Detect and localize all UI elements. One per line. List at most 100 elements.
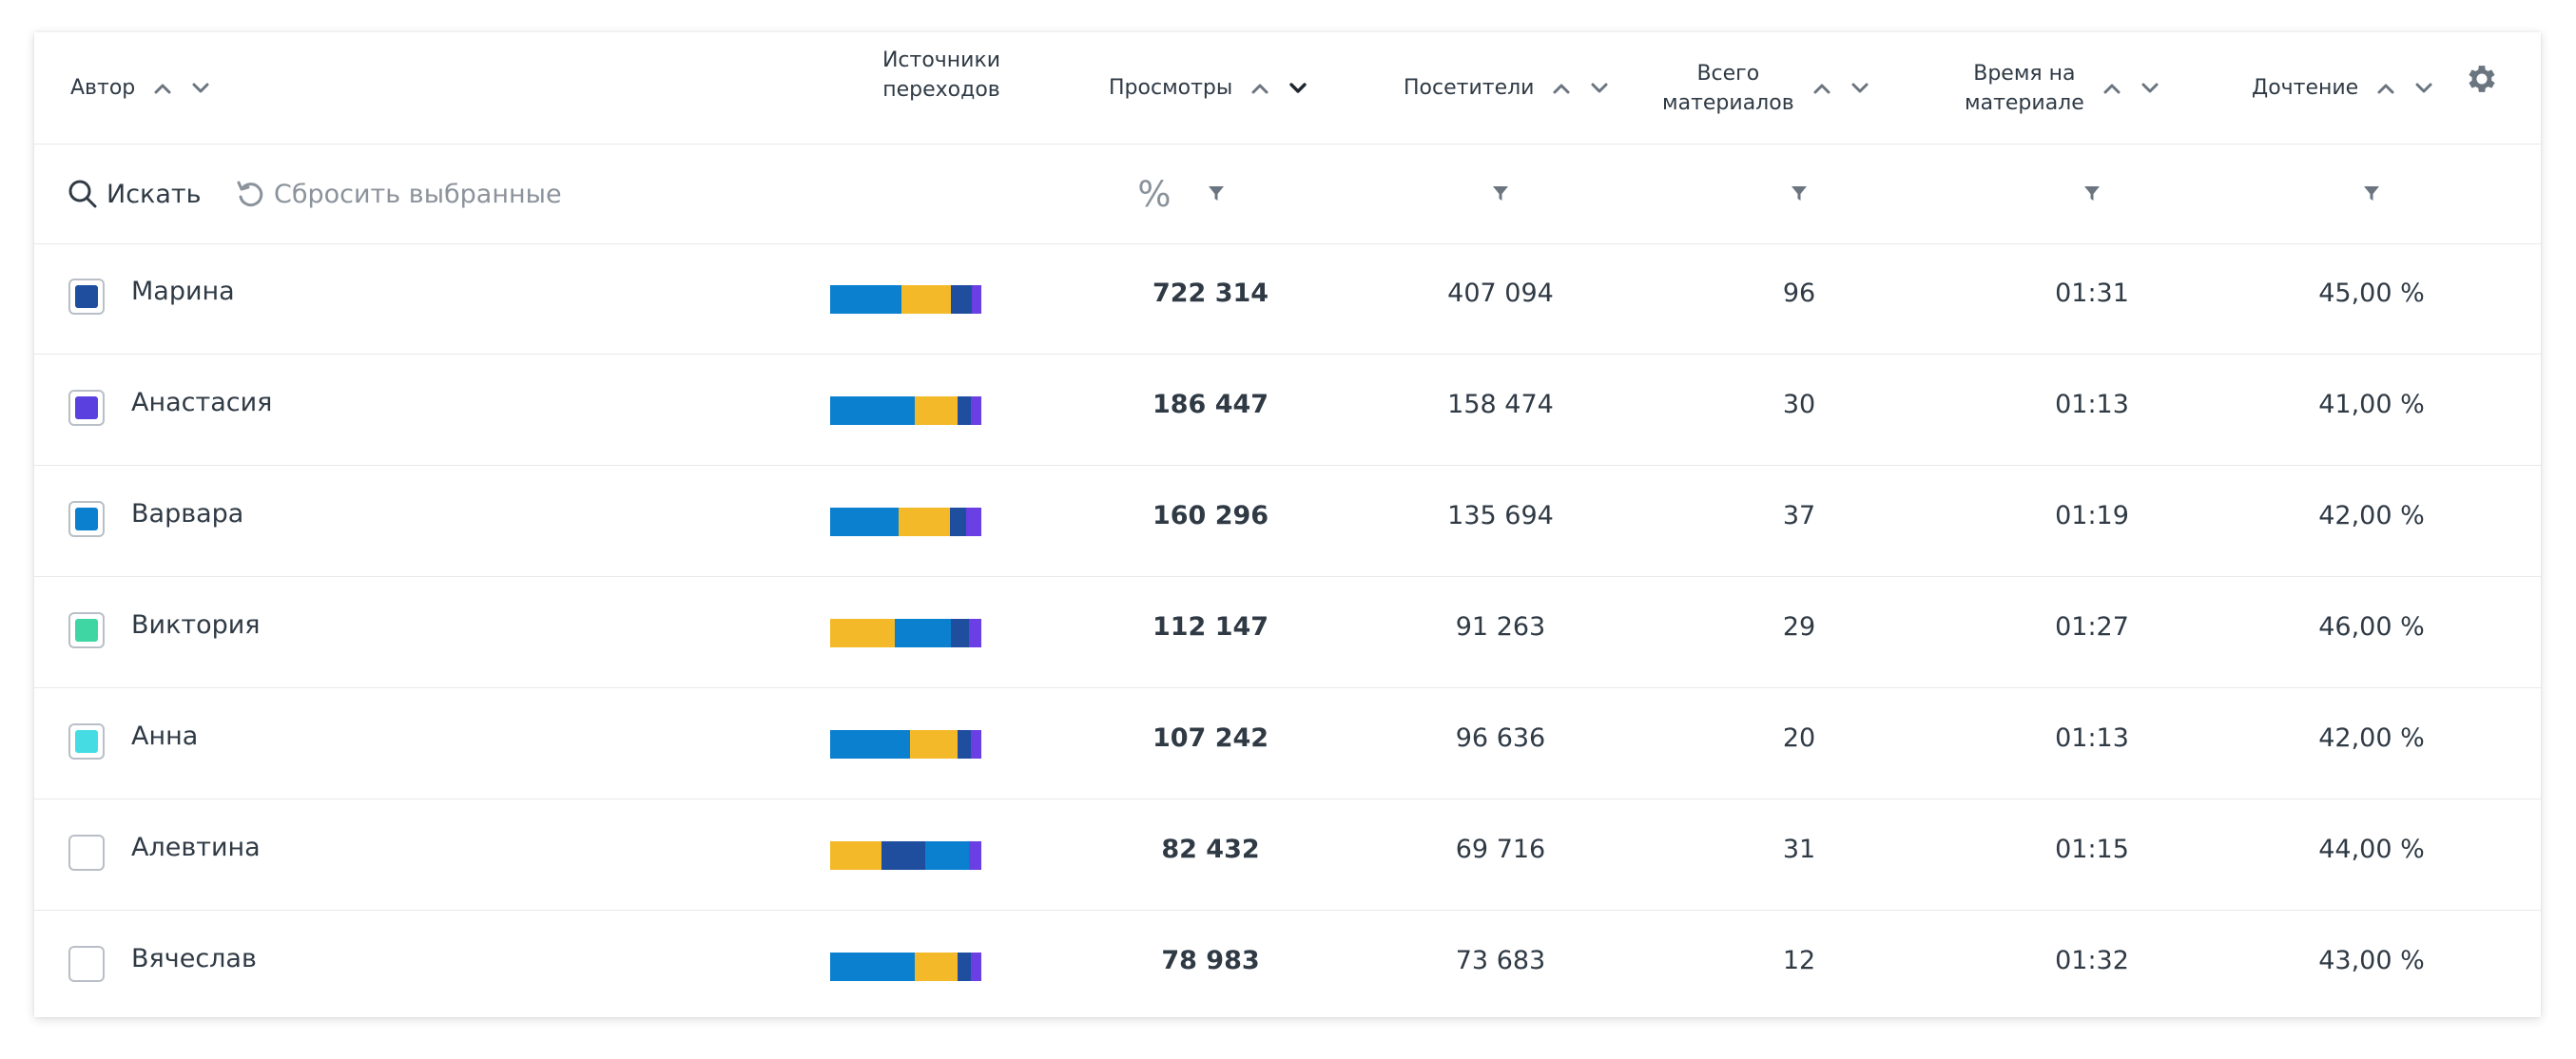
row-checkbox[interactable] bbox=[68, 612, 105, 648]
time-cell: 01:27 bbox=[1978, 572, 2206, 682]
visitors-cell: 158 474 bbox=[1386, 350, 1615, 459]
column-sources: Источники переходов bbox=[848, 46, 1035, 105]
visitors-cell: 407 094 bbox=[1386, 239, 1615, 348]
column-materials-label-2: материалов bbox=[1662, 90, 1794, 115]
reset-icon bbox=[237, 181, 263, 207]
views-cell: 722 314 bbox=[1096, 239, 1325, 348]
filter-icon[interactable] bbox=[1490, 183, 1511, 204]
filter-icon[interactable] bbox=[2082, 183, 2102, 204]
reset-selection-label: Сбросить выбранные bbox=[274, 179, 562, 209]
table-row[interactable]: Вячеслав 78 983 73 683 12 01:32 43,00 % bbox=[34, 912, 2541, 1021]
source-segment bbox=[957, 730, 971, 759]
source-segment bbox=[951, 619, 970, 647]
sort-asc-icon[interactable] bbox=[1246, 74, 1274, 103]
views-cell: 112 147 bbox=[1096, 572, 1325, 682]
visitors-value: 135 694 bbox=[1447, 501, 1554, 530]
sort-materials bbox=[1808, 74, 1874, 103]
column-views: Просмотры bbox=[1109, 32, 1312, 144]
filter-icon[interactable] bbox=[2361, 183, 2382, 204]
author-name: Анастасия bbox=[131, 388, 273, 417]
visitors-cell: 69 716 bbox=[1386, 795, 1615, 904]
sort-desc-active-icon[interactable] bbox=[1284, 74, 1312, 103]
table-row[interactable]: Алевтина 82 432 69 716 31 01:15 44,00 % bbox=[34, 800, 2541, 911]
sources-bar bbox=[830, 396, 981, 425]
table-row[interactable]: Марина 722 314 407 094 96 01:31 45,00 % bbox=[34, 244, 2541, 355]
time-value: 01:13 bbox=[2055, 390, 2129, 419]
row-checkbox[interactable] bbox=[68, 723, 105, 760]
readthrough-cell: 42,00 % bbox=[2257, 461, 2486, 570]
sort-desc-icon[interactable] bbox=[2410, 74, 2438, 103]
source-segment bbox=[830, 730, 911, 759]
row-checkbox[interactable] bbox=[68, 279, 105, 315]
author-name: Вячеслав bbox=[131, 944, 257, 973]
source-segment bbox=[915, 953, 958, 981]
source-segment bbox=[830, 508, 899, 536]
reset-selection-button[interactable]: Сбросить выбранные bbox=[234, 144, 562, 243]
series-color-swatch bbox=[75, 730, 98, 753]
row-checkbox[interactable] bbox=[68, 835, 105, 871]
table-row[interactable]: Анастасия 186 447 158 474 30 01:13 41,00… bbox=[34, 356, 2541, 466]
sources-bar bbox=[830, 619, 981, 647]
readthrough-value: 45,00 % bbox=[2318, 279, 2425, 308]
readthrough-value: 43,00 % bbox=[2318, 946, 2425, 975]
filter-icon[interactable] bbox=[1206, 183, 1227, 204]
table-row[interactable]: Виктория 112 147 91 263 29 01:27 46,00 % bbox=[34, 578, 2541, 688]
table-row[interactable]: Анна 107 242 96 636 20 01:13 42,00 % bbox=[34, 689, 2541, 799]
filter-icon[interactable] bbox=[1789, 183, 1810, 204]
materials-cell: 29 bbox=[1685, 572, 1913, 682]
source-segment bbox=[915, 396, 958, 425]
views-cell: 160 296 bbox=[1096, 461, 1325, 570]
sort-asc-icon[interactable] bbox=[2098, 74, 2126, 103]
source-segment bbox=[966, 508, 981, 536]
column-materials: Всего материалов bbox=[1662, 32, 1874, 144]
time-value: 01:32 bbox=[2055, 946, 2129, 975]
readthrough-cell: 41,00 % bbox=[2257, 350, 2486, 459]
materials-value: 37 bbox=[1782, 501, 1816, 530]
sort-desc-icon[interactable] bbox=[1585, 74, 1614, 103]
sort-asc-icon[interactable] bbox=[1808, 74, 1836, 103]
materials-cell: 31 bbox=[1685, 795, 1913, 904]
materials-value: 30 bbox=[1782, 390, 1816, 419]
views-value: 186 447 bbox=[1152, 390, 1269, 419]
sources-bar bbox=[830, 285, 981, 314]
series-color-swatch bbox=[75, 396, 98, 419]
sources-bar bbox=[830, 841, 981, 870]
row-checkbox[interactable] bbox=[68, 501, 105, 537]
materials-value: 29 bbox=[1782, 612, 1816, 642]
sort-desc-icon[interactable] bbox=[2136, 74, 2164, 103]
search-button[interactable]: Искать bbox=[67, 144, 202, 243]
readthrough-cell: 42,00 % bbox=[2257, 684, 2486, 793]
time-cell: 01:15 bbox=[1978, 795, 2206, 904]
sort-asc-icon[interactable] bbox=[1547, 74, 1576, 103]
sort-desc-icon[interactable] bbox=[1846, 74, 1874, 103]
series-color-swatch bbox=[75, 508, 98, 530]
sources-bar bbox=[830, 953, 981, 981]
source-segment bbox=[898, 508, 950, 536]
materials-value: 20 bbox=[1782, 723, 1816, 753]
source-segment bbox=[972, 285, 981, 314]
views-cell: 186 447 bbox=[1096, 350, 1325, 459]
percent-toggle[interactable]: % bbox=[1137, 174, 1171, 215]
sort-desc-icon[interactable] bbox=[186, 74, 215, 103]
source-segment bbox=[830, 285, 901, 314]
source-segment bbox=[951, 285, 973, 314]
source-segment bbox=[969, 841, 981, 870]
table-row[interactable]: Варвара 160 296 135 694 37 01:19 42,00 % bbox=[34, 467, 2541, 577]
readthrough-filter bbox=[2343, 144, 2400, 243]
sort-asc-icon[interactable] bbox=[148, 74, 177, 103]
column-readthrough-label: Дочтение bbox=[2252, 76, 2359, 100]
row-checkbox[interactable] bbox=[68, 946, 105, 982]
sources-bar bbox=[830, 508, 981, 536]
views-value: 160 296 bbox=[1152, 501, 1269, 530]
gear-icon[interactable] bbox=[2464, 61, 2500, 97]
materials-cell: 12 bbox=[1685, 906, 1913, 1015]
row-checkbox[interactable] bbox=[68, 390, 105, 426]
readthrough-value: 41,00 % bbox=[2318, 390, 2425, 419]
time-cell: 01:13 bbox=[1978, 350, 2206, 459]
sort-asc-icon[interactable] bbox=[2372, 74, 2400, 103]
readthrough-value: 44,00 % bbox=[2318, 835, 2425, 864]
source-segment bbox=[970, 730, 981, 759]
column-author: Автор bbox=[70, 32, 215, 144]
readthrough-value: 46,00 % bbox=[2318, 612, 2425, 642]
materials-value: 31 bbox=[1782, 835, 1816, 864]
